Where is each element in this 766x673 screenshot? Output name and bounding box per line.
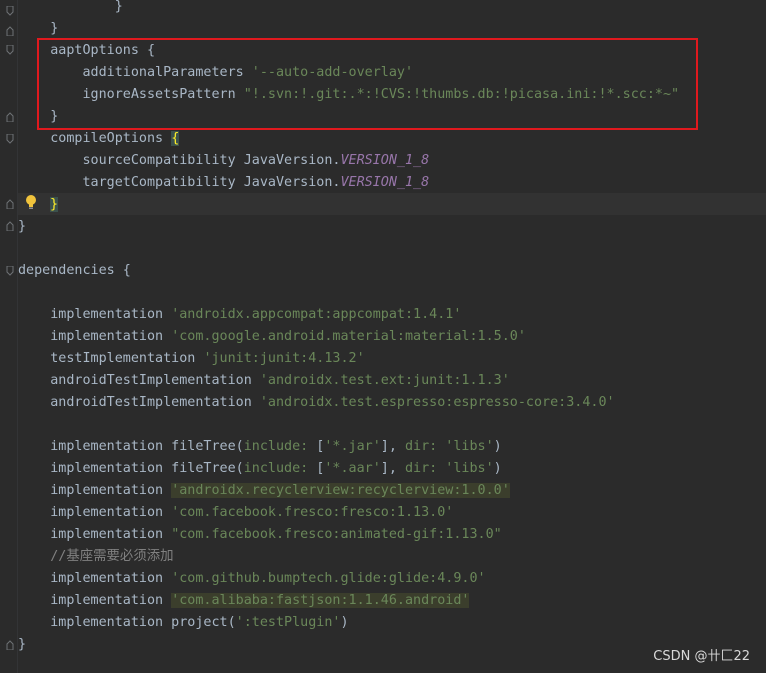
- fold-marker-icon[interactable]: [6, 26, 14, 36]
- code-line: }: [18, 637, 27, 652]
- code-line: targetCompatibility JavaVersion.VERSION_…: [18, 175, 430, 190]
- code-line: sourceCompatibility JavaVersion.VERSION_…: [18, 153, 430, 168]
- code-line: androidTestImplementation 'androidx.test…: [18, 395, 615, 410]
- code-line: implementation 'com.google.android.mater…: [18, 329, 526, 344]
- fold-marker-icon[interactable]: [6, 221, 14, 231]
- intention-bulb-icon[interactable]: [24, 194, 38, 210]
- code-line: }: [18, 0, 123, 14]
- code-line: implementation 'com.alibaba:fastjson:1.1…: [18, 593, 470, 608]
- fold-marker-icon[interactable]: [6, 640, 14, 650]
- fold-marker-icon[interactable]: [6, 199, 14, 209]
- code-line: implementation 'com.github.bumptech.glid…: [18, 571, 486, 586]
- fold-marker-icon[interactable]: [6, 266, 14, 276]
- code-line: }: [18, 219, 27, 234]
- code-line: implementation fileTree(include: ['*.jar…: [18, 439, 502, 454]
- fold-marker-icon[interactable]: [6, 134, 14, 144]
- code-line: implementation 'androidx.recyclerview:re…: [18, 483, 510, 498]
- editor-gutter: [0, 0, 18, 673]
- fold-marker-icon[interactable]: [6, 45, 14, 55]
- current-line-highlight: [18, 193, 766, 215]
- code-line: dependencies {: [18, 263, 131, 278]
- code-line: compileOptions {: [18, 131, 180, 146]
- code-line: }: [18, 21, 59, 36]
- fold-marker-icon[interactable]: [6, 6, 14, 16]
- code-line: implementation project(':testPlugin'): [18, 615, 349, 630]
- code-line: implementation 'com.facebook.fresco:fres…: [18, 505, 454, 520]
- code-line: testImplementation 'junit:junit:4.13.2': [18, 351, 365, 366]
- code-line: //基座需要必须添加: [18, 549, 174, 564]
- code-line: implementation fileTree(include: ['*.aar…: [18, 461, 502, 476]
- code-line: androidTestImplementation 'androidx.test…: [18, 373, 510, 388]
- code-line: }: [50, 197, 59, 212]
- code-line: implementation 'androidx.appcompat:appco…: [18, 307, 462, 322]
- annotation-highlight-box: [37, 38, 698, 130]
- fold-marker-icon[interactable]: [6, 112, 14, 122]
- watermark: CSDN @卄匚22: [653, 649, 750, 664]
- code-line: implementation "com.facebook.fresco:anim…: [18, 527, 502, 542]
